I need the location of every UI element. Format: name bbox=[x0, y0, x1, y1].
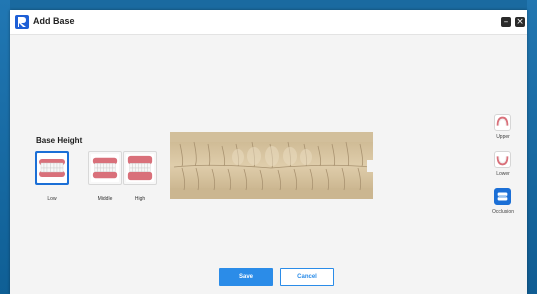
base-height-high-label: High bbox=[134, 196, 146, 202]
title-bar[interactable]: Add Base – × bbox=[10, 10, 527, 35]
base-height-middle-option[interactable] bbox=[88, 151, 122, 185]
base-height-low-label: Low bbox=[47, 196, 57, 202]
occlusion-view-button[interactable] bbox=[494, 188, 511, 205]
lower-jaw-icon bbox=[496, 156, 509, 166]
occlusion-icon bbox=[497, 192, 508, 201]
add-base-dialog: Add Base – × Base Height Low Middle High… bbox=[10, 10, 527, 294]
minimize-icon[interactable]: – bbox=[501, 17, 511, 27]
base-height-label: Base Height bbox=[36, 136, 83, 145]
occlusion-view-label: Occlusion bbox=[492, 209, 514, 215]
lower-view-button[interactable] bbox=[494, 151, 511, 168]
desktop-background-left bbox=[0, 0, 10, 294]
teeth-high-icon bbox=[126, 154, 154, 182]
cancel-button[interactable]: Cancel bbox=[280, 268, 334, 286]
window-title: Add Base bbox=[33, 16, 75, 26]
app-logo-icon bbox=[15, 15, 29, 29]
save-button[interactable]: Save bbox=[219, 268, 273, 286]
base-height-low-option[interactable] bbox=[35, 151, 69, 185]
teeth-low-icon bbox=[37, 153, 67, 183]
teeth-middle-icon bbox=[91, 154, 119, 182]
close-icon[interactable]: × bbox=[515, 17, 525, 27]
desktop-background-right bbox=[527, 0, 537, 294]
dental-model-3d-view[interactable] bbox=[170, 132, 373, 199]
upper-view-label: Upper bbox=[496, 134, 510, 140]
upper-jaw-icon bbox=[496, 116, 509, 126]
lower-view-label: Lower bbox=[496, 171, 510, 177]
base-height-middle-label: Middle bbox=[97, 196, 113, 202]
upper-view-button[interactable] bbox=[494, 114, 511, 131]
base-height-high-option[interactable] bbox=[123, 151, 157, 185]
